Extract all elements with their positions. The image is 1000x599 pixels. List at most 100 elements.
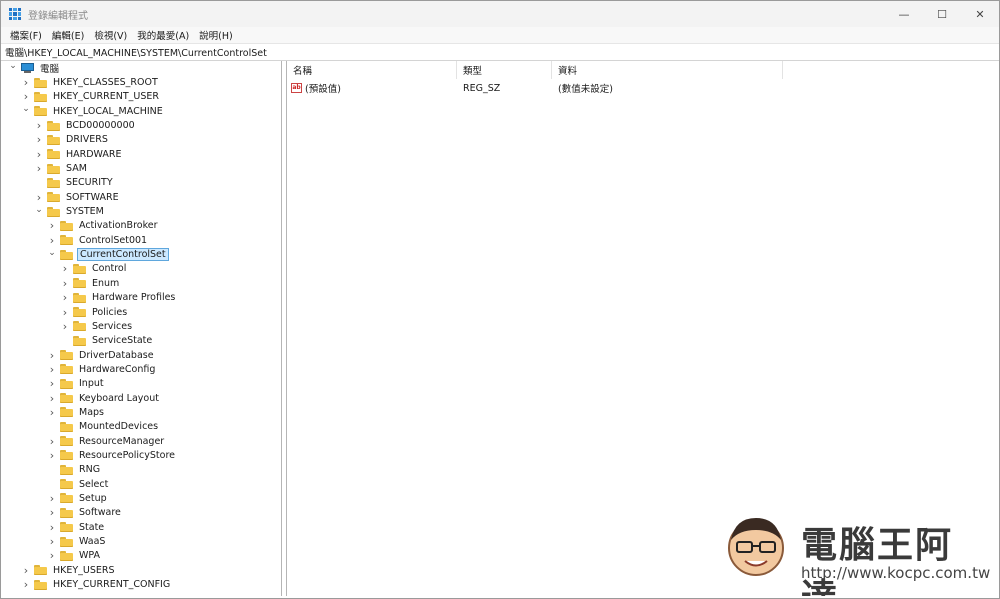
chevron-right-icon[interactable]: › — [61, 291, 69, 304]
folder-icon — [34, 91, 47, 102]
tree-item-label: HKEY_CLASSES_ROOT — [53, 77, 158, 89]
folder-icon — [60, 507, 73, 518]
tree-line-spacer — [35, 179, 43, 187]
tree-item[interactable]: ⌄ HKEY_LOCAL_MACHINE — [3, 104, 281, 118]
chevron-right-icon[interactable]: › — [22, 564, 30, 577]
tree-item[interactable]: ⌄ 電腦 — [3, 61, 281, 75]
chevron-right-icon[interactable]: › — [48, 349, 56, 362]
chevron-right-icon[interactable]: › — [48, 234, 56, 247]
menu-edit[interactable]: 編輯(E) — [47, 28, 89, 42]
chevron-right-icon[interactable]: › — [48, 449, 56, 462]
tree-item[interactable]: › Setup — [3, 491, 281, 505]
chevron-right-icon[interactable]: › — [48, 492, 56, 505]
tree-item[interactable]: › SOFTWARE — [3, 190, 281, 204]
tree-item[interactable]: ⌄ CurrentControlSet — [3, 247, 281, 262]
chevron-right-icon[interactable]: › — [48, 363, 56, 376]
chevron-down-icon[interactable]: ⌄ — [48, 248, 56, 258]
folder-icon — [60, 235, 73, 246]
chevron-right-icon[interactable]: › — [61, 277, 69, 290]
tree-item[interactable]: › Enum — [3, 276, 281, 290]
folder-icon — [60, 479, 73, 490]
menu-bar: 檔案(F) 編輯(E) 檢視(V) 我的最愛(A) 說明(H) — [1, 27, 999, 43]
tree-item[interactable]: › Hardware Profiles — [3, 291, 281, 305]
menu-view[interactable]: 檢視(V) — [89, 28, 132, 42]
tree-item[interactable]: › BCD00000000 — [3, 118, 281, 132]
chevron-right-icon[interactable]: › — [22, 76, 30, 89]
tree-item[interactable]: › HARDWARE — [3, 147, 281, 161]
chevron-right-icon[interactable]: › — [48, 435, 56, 448]
chevron-right-icon[interactable]: › — [22, 578, 30, 591]
folder-icon — [60, 421, 73, 432]
tree-item[interactable]: Select — [3, 477, 281, 491]
chevron-right-icon[interactable]: › — [48, 535, 56, 548]
key-tree-pane[interactable]: ⌄ 電腦 › HKEY_CLASSES_ROOT › HKEY_CURRENT_USER ⌄… — [3, 61, 282, 596]
chevron-right-icon[interactable]: › — [61, 306, 69, 319]
tree-item[interactable]: › HKEY_CURRENT_USER — [3, 90, 281, 104]
folder-icon — [60, 407, 73, 418]
list-row[interactable]: ab (預設值) REG_SZ (數值未設定) — [287, 79, 997, 97]
close-button[interactable]: ✕ — [961, 1, 999, 27]
tree-item[interactable]: › Control — [3, 262, 281, 276]
tree-item[interactable]: › ResourcePolicyStore — [3, 448, 281, 462]
chevron-right-icon[interactable]: › — [48, 219, 56, 232]
tree-item[interactable]: › ControlSet001 — [3, 233, 281, 247]
tree-item[interactable]: MountedDevices — [3, 420, 281, 434]
chevron-right-icon[interactable]: › — [48, 506, 56, 519]
chevron-right-icon[interactable]: › — [48, 549, 56, 562]
tree-item[interactable]: › ResourceManager — [3, 434, 281, 448]
menu-file[interactable]: 檔案(F) — [5, 28, 47, 42]
chevron-right-icon[interactable]: › — [35, 148, 43, 161]
chevron-right-icon[interactable]: › — [61, 262, 69, 275]
tree-item[interactable]: SECURITY — [3, 176, 281, 190]
column-header-data[interactable]: 資料 — [552, 61, 783, 79]
tree-item[interactable]: › Software — [3, 506, 281, 520]
chevron-right-icon[interactable]: › — [61, 320, 69, 333]
tree-item-label: Services — [92, 320, 133, 332]
address-bar[interactable]: 電腦\HKEY_LOCAL_MACHINE\SYSTEM\CurrentCont… — [1, 43, 999, 61]
maximize-button[interactable]: ☐ — [923, 1, 961, 27]
tree-item[interactable]: › SAM — [3, 161, 281, 175]
chevron-right-icon[interactable]: › — [22, 90, 30, 103]
column-header-type[interactable]: 類型 — [457, 61, 552, 79]
chevron-down-icon[interactable]: ⌄ — [9, 61, 17, 71]
tree-item[interactable]: RNG — [3, 463, 281, 477]
chevron-right-icon[interactable]: › — [48, 377, 56, 390]
tree-item[interactable]: › DRIVERS — [3, 133, 281, 147]
pane-splitter[interactable] — [282, 61, 285, 596]
tree-item[interactable]: ServiceState — [3, 334, 281, 348]
tree-item-label: HKEY_CURRENT_USER — [53, 91, 159, 103]
chevron-right-icon[interactable]: › — [48, 392, 56, 405]
tree-item-label: MountedDevices — [79, 421, 159, 433]
tree-item-label: SAM — [66, 163, 87, 175]
chevron-down-icon[interactable]: ⌄ — [35, 205, 43, 215]
tree-item[interactable]: › State — [3, 520, 281, 534]
tree-item[interactable]: › HKEY_CLASSES_ROOT — [3, 75, 281, 89]
tree-item[interactable]: › Services — [3, 319, 281, 333]
chevron-right-icon[interactable]: › — [35, 162, 43, 175]
tree-item[interactable]: › HKEY_CURRENT_CONFIG — [3, 577, 281, 591]
chevron-right-icon[interactable]: › — [48, 521, 56, 534]
tree-item[interactable]: › Maps — [3, 405, 281, 419]
menu-help[interactable]: 說明(H) — [194, 28, 238, 42]
chevron-down-icon[interactable]: ⌄ — [22, 104, 30, 114]
menu-favorites[interactable]: 我的最愛(A) — [132, 28, 194, 42]
tree-item[interactable]: ⌄ SYSTEM — [3, 204, 281, 218]
tree-item[interactable]: › DriverDatabase — [3, 348, 281, 362]
chevron-right-icon[interactable]: › — [48, 406, 56, 419]
tree-item[interactable]: › Keyboard Layout — [3, 391, 281, 405]
values-list-pane[interactable]: 名稱 類型 資料 ab (預設值) REG_SZ (數值未設定) 電腦王阿達 h… — [286, 61, 997, 596]
tree-item[interactable]: › ActivationBroker — [3, 219, 281, 233]
folder-icon — [60, 350, 73, 361]
address-path[interactable]: 電腦\HKEY_LOCAL_MACHINE\SYSTEM\CurrentCont… — [5, 45, 267, 59]
tree-item[interactable]: › WaaS — [3, 534, 281, 548]
tree-item[interactable]: › HKEY_USERS — [3, 563, 281, 577]
chevron-right-icon[interactable]: › — [35, 119, 43, 132]
chevron-right-icon[interactable]: › — [35, 191, 43, 204]
tree-item[interactable]: › WPA — [3, 549, 281, 563]
chevron-right-icon[interactable]: › — [35, 133, 43, 146]
tree-item[interactable]: › Policies — [3, 305, 281, 319]
tree-item[interactable]: › Input — [3, 377, 281, 391]
column-header-name[interactable]: 名稱 — [287, 61, 457, 79]
tree-item[interactable]: › HardwareConfig — [3, 362, 281, 376]
minimize-button[interactable]: — — [885, 1, 923, 27]
